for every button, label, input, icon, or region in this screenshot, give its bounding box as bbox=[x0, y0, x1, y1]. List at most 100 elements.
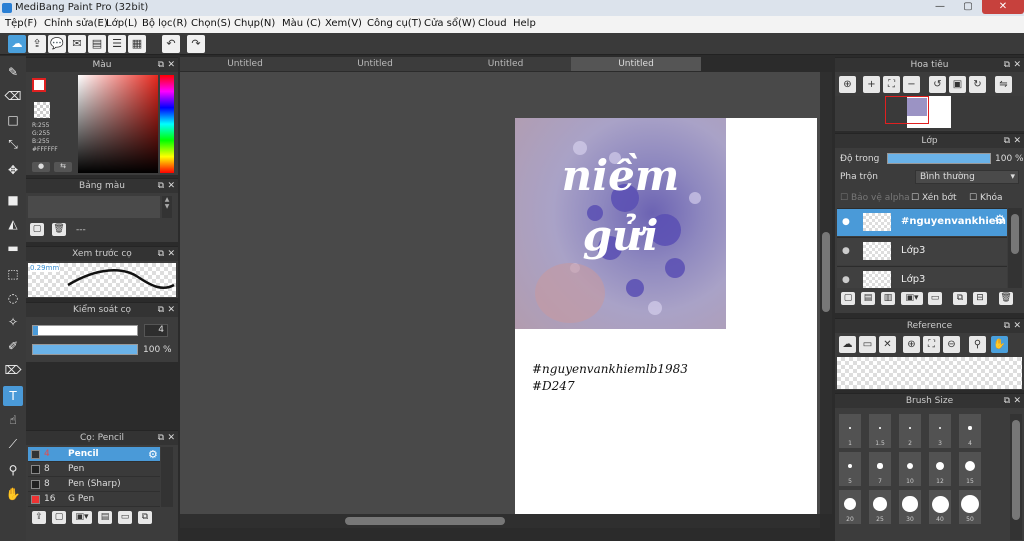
fit-window-icon[interactable]: ⛶ bbox=[923, 336, 940, 353]
blend-mode-select[interactable]: Bình thường ▾ bbox=[915, 170, 1019, 184]
select-pen-tool-icon[interactable]: ✐ bbox=[3, 336, 23, 356]
hand-icon[interactable]: ✋ bbox=[991, 336, 1008, 353]
canvas-horizontal-scrollbar[interactable] bbox=[180, 514, 820, 528]
layer-menu-icon[interactable]: ▣▾ bbox=[901, 292, 923, 305]
undock-icon[interactable]: ⧉ bbox=[158, 431, 164, 445]
undock-icon[interactable]: ⧉ bbox=[1004, 58, 1010, 72]
menu-filter[interactable]: Bộ lọc(R) bbox=[142, 18, 187, 29]
brush-size-option[interactable]: 4 bbox=[959, 414, 981, 448]
protect-alpha-checkbox[interactable]: ☐ Bảo vệ alpha bbox=[840, 193, 910, 203]
brush-menu-icon[interactable]: ▣▾ bbox=[72, 511, 92, 524]
horizontal-scroll-thumb[interactable] bbox=[345, 517, 505, 525]
rotate-left-icon[interactable]: ↺ bbox=[929, 76, 946, 93]
brush-list-item[interactable]: 16 G Pen bbox=[28, 492, 160, 507]
brush-size-option[interactable]: 25 bbox=[869, 490, 891, 524]
background-color-swatch[interactable] bbox=[34, 102, 50, 118]
layer-opacity-slider[interactable] bbox=[887, 153, 991, 164]
tab-untitled-1[interactable]: Untitled bbox=[180, 57, 310, 71]
menu-color[interactable]: Màu (C) bbox=[282, 18, 321, 29]
brush-size-option[interactable]: 30 bbox=[899, 490, 921, 524]
reference-canvas[interactable] bbox=[837, 357, 1022, 389]
chat-icon[interactable]: ✉ bbox=[68, 35, 86, 53]
menu-help[interactable]: Help bbox=[513, 18, 536, 29]
upload-icon[interactable]: ⇪ bbox=[28, 35, 46, 53]
brush-size-option[interactable]: 10 bbox=[899, 452, 921, 486]
new-8bit-layer-icon[interactable]: ▥ bbox=[881, 292, 895, 305]
select-rect-tool-icon[interactable]: ⬚ bbox=[3, 264, 23, 284]
new-halftone-layer-icon[interactable]: ▤ bbox=[861, 292, 875, 305]
undock-icon[interactable]: ⧉ bbox=[158, 179, 164, 193]
menu-layer[interactable]: Lớp(L) bbox=[106, 18, 137, 29]
close-panel-icon[interactable]: ✕ bbox=[167, 247, 175, 261]
zoom-in-icon[interactable]: + bbox=[863, 76, 880, 93]
gear-icon[interactable]: ⚙ bbox=[148, 448, 158, 461]
undock-icon[interactable]: ⧉ bbox=[1004, 134, 1010, 148]
delete-layer-icon[interactable]: 🗑 bbox=[999, 292, 1013, 305]
layer-visibility-icon[interactable]: ● bbox=[842, 217, 850, 227]
layer-visibility-icon[interactable]: ● bbox=[842, 275, 850, 285]
brush-size-option[interactable]: 5 bbox=[839, 452, 861, 486]
tab-untitled-2[interactable]: Untitled bbox=[310, 57, 440, 71]
menu-file[interactable]: Tệp(F) bbox=[5, 18, 37, 29]
brush-size-option[interactable]: 2 bbox=[899, 414, 921, 448]
brush-size-option[interactable]: 3 bbox=[929, 414, 951, 448]
move-tool-icon[interactable]: ✥ bbox=[3, 160, 23, 180]
close-panel-icon[interactable]: ✕ bbox=[1013, 319, 1021, 333]
color-swap-button[interactable]: ⇆ bbox=[54, 162, 72, 172]
close-panel-icon[interactable]: ✕ bbox=[167, 431, 175, 445]
menu-cloud[interactable]: Cloud bbox=[478, 18, 507, 29]
menu-tools[interactable]: Công cụ(T) bbox=[367, 18, 422, 29]
layer-row[interactable]: ● Lớp3 bbox=[837, 266, 1007, 288]
gear-icon[interactable]: ⚙ bbox=[994, 213, 1006, 228]
document-icon[interactable]: ▤ bbox=[88, 35, 106, 53]
new-layer-icon[interactable]: ▢ bbox=[841, 292, 855, 305]
layer-visibility-icon[interactable]: ● bbox=[842, 246, 850, 256]
menu-select[interactable]: Chọn(S) bbox=[191, 18, 231, 29]
navigator-preview[interactable] bbox=[835, 96, 1024, 130]
menu-window[interactable]: Cửa sổ(W) bbox=[424, 18, 476, 29]
layer-scroll-thumb[interactable] bbox=[1011, 214, 1019, 254]
close-panel-icon[interactable]: ✕ bbox=[1013, 58, 1021, 72]
new-brush-icon[interactable]: ▢ bbox=[52, 511, 66, 524]
brush-list-item[interactable]: 8 Pen bbox=[28, 462, 160, 477]
brush-size-option[interactable]: 1 bbox=[839, 414, 861, 448]
cloud-icon[interactable]: ☁ bbox=[8, 35, 26, 53]
duplicate-layer-icon[interactable]: ⧉ bbox=[953, 292, 967, 305]
list-icon[interactable]: ☰ bbox=[108, 35, 126, 53]
open-folder-icon[interactable]: ▭ bbox=[859, 336, 876, 353]
rotate-right-icon[interactable]: ↻ bbox=[969, 76, 986, 93]
layer-row[interactable]: ● Lớp3 bbox=[837, 237, 1007, 265]
gradient-tool-icon[interactable]: ▬ bbox=[3, 238, 23, 258]
zoom-out-icon[interactable]: − bbox=[903, 76, 920, 93]
redo-icon[interactable]: ↷ bbox=[187, 35, 205, 53]
eyedropper-icon[interactable]: ⚲ bbox=[969, 336, 986, 353]
undock-icon[interactable]: ⧉ bbox=[158, 247, 164, 261]
select-eraser-tool-icon[interactable]: ⌦ bbox=[3, 360, 23, 380]
eyedropper-tool-icon[interactable]: ⚲ bbox=[3, 460, 23, 480]
close-panel-icon[interactable]: ✕ bbox=[1013, 394, 1021, 408]
foreground-color-swatch[interactable] bbox=[32, 78, 46, 92]
undo-icon[interactable]: ↶ bbox=[162, 35, 180, 53]
close-panel-icon[interactable]: ✕ bbox=[167, 179, 175, 193]
lock-checkbox[interactable]: ☐ Khóa bbox=[969, 193, 1003, 203]
undock-icon[interactable]: ⧉ bbox=[158, 303, 164, 317]
clipping-checkbox[interactable]: ☐ Xén bớt bbox=[911, 193, 957, 203]
brush-size-option[interactable]: 40 bbox=[929, 490, 951, 524]
brush-size-slider[interactable] bbox=[32, 325, 138, 336]
brush-list-item[interactable]: 4 Pencil ⚙ bbox=[28, 447, 160, 462]
brush-opacity-slider[interactable] bbox=[32, 344, 138, 355]
brush-size-value[interactable]: 4 bbox=[144, 324, 168, 337]
brush-list-item[interactable]: 8 Pen (Sharp) bbox=[28, 477, 160, 492]
layer-folder-icon[interactable]: ▭ bbox=[928, 292, 942, 305]
add-brush-icon[interactable]: ⇪ bbox=[32, 511, 46, 524]
tab-untitled-4[interactable]: Untitled bbox=[571, 57, 701, 71]
duplicate-brush-icon[interactable]: ⧉ bbox=[138, 511, 152, 524]
merge-layer-icon[interactable]: ⊟ bbox=[973, 292, 987, 305]
delete-palette-icon[interactable]: 🗑 bbox=[52, 223, 66, 236]
brush-size-option[interactable]: 20 bbox=[839, 490, 861, 524]
brush-size-option[interactable]: 7 bbox=[869, 452, 891, 486]
divide-tool-icon[interactable]: ⟋ bbox=[3, 434, 23, 454]
brush-size-option[interactable]: 1.5 bbox=[869, 414, 891, 448]
menu-edit[interactable]: Chỉnh sửa(E) bbox=[44, 18, 108, 29]
palette-scrollbar[interactable]: ▲ ▼ bbox=[162, 196, 172, 218]
